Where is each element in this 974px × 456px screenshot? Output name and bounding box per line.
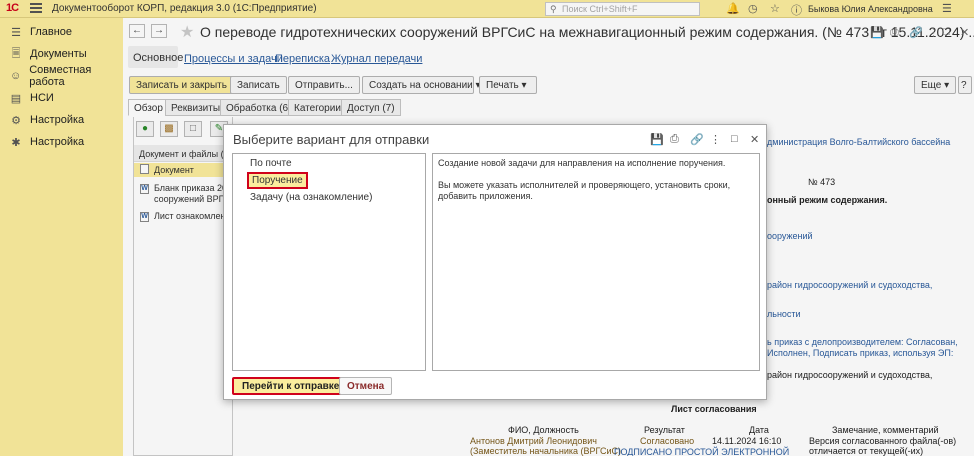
option-assignment[interactable]: Поручение [247, 172, 308, 189]
option-by-mail[interactable]: По почте [250, 158, 292, 169]
send-option-dialog: Выберите вариант для отправки 💾 ⎙ 🔗 ⋮ □ … [223, 124, 767, 400]
option-task-review[interactable]: Задачу (на ознакомление) [250, 192, 372, 203]
link-icon[interactable]: 🔗 [690, 133, 704, 146]
maximize-icon[interactable]: □ [731, 133, 738, 145]
go-to-send-button[interactable]: Перейти к отправке [232, 377, 350, 395]
print-icon[interactable]: ⎙ [670, 133, 679, 146]
save-icon[interactable]: 💾 [650, 133, 664, 146]
dialog-title: Выберите вариант для отправки [233, 132, 430, 147]
more-icon[interactable]: ⋮ [710, 133, 721, 146]
description-line: Создание новой задачи для направления на… [438, 158, 726, 168]
option-description: Создание новой задачи для направления на… [432, 153, 760, 371]
close-icon[interactable]: ✕ [750, 133, 759, 146]
cancel-button[interactable]: Отмена [339, 377, 393, 395]
send-options-list: По почте Поручение Задачу (на ознакомлен… [232, 153, 426, 371]
description-line: Вы можете указать исполнителей и проверя… [438, 180, 731, 201]
